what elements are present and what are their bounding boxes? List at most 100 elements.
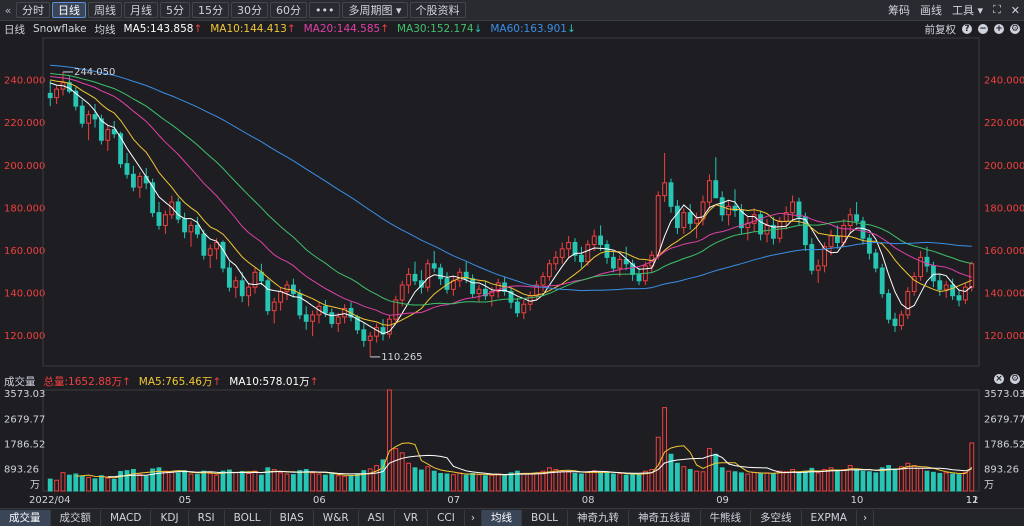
volume-bar — [124, 470, 130, 492]
volume-bar — [822, 469, 828, 492]
indicator-tab[interactable]: ASI — [359, 509, 395, 526]
candle — [873, 248, 879, 273]
indicator-tab[interactable]: 成交额 — [51, 509, 101, 526]
volume-bar — [636, 474, 642, 492]
volume-bar — [591, 470, 597, 492]
candle-body — [367, 335, 373, 341]
indicator-tab[interactable]: 均线 — [482, 509, 523, 526]
candle — [687, 204, 693, 230]
candle — [802, 212, 808, 251]
candle — [758, 210, 764, 241]
candle-body — [892, 318, 898, 327]
candle — [726, 199, 732, 226]
candle-body — [674, 205, 680, 229]
volume-bar — [207, 472, 213, 492]
candle-body — [412, 273, 418, 282]
indicator-tab[interactable]: W&R — [314, 509, 359, 526]
candle — [476, 285, 482, 303]
candle — [482, 280, 488, 300]
price-tick-left: 160.000 — [4, 246, 45, 257]
volume-bar — [738, 472, 744, 492]
volume-bar — [623, 474, 629, 492]
candle — [399, 280, 405, 307]
candle-body — [905, 290, 911, 316]
candle — [418, 270, 424, 294]
candle — [86, 110, 92, 141]
candle — [668, 178, 674, 213]
volume-bar — [521, 472, 527, 492]
price-tick-left: 220.000 — [4, 118, 45, 129]
volume-unit-right: 万 — [984, 480, 994, 491]
volume-bar — [214, 474, 220, 492]
volume-bar — [79, 475, 85, 492]
candle-body — [105, 129, 111, 141]
candle-body — [879, 267, 885, 295]
date-axis: 2022/04 05 06 07 08 09 10 1112 — [29, 495, 979, 506]
volume-bar — [476, 474, 482, 492]
volume-tick-right: 2679.77 — [984, 414, 1024, 425]
volume-bar — [118, 470, 124, 492]
indicator-tab[interactable]: BIAS — [271, 509, 314, 526]
candle-body — [47, 92, 53, 99]
chart-canvas: 240.000 220.000 200.000 180.000 160.000 140.0… — [4, 37, 1024, 506]
indicator-tab[interactable]: VR — [395, 509, 429, 526]
volume-tick-left: 893.26 — [4, 465, 39, 476]
chevron-right-icon[interactable]: › — [465, 509, 483, 526]
candle-body — [118, 133, 124, 165]
candle — [572, 238, 578, 262]
indicator-tab[interactable]: RSI — [189, 509, 225, 526]
indicator-tab[interactable]: BOLL — [225, 509, 271, 526]
candle — [105, 125, 111, 151]
volume-bar — [105, 477, 111, 492]
candle-body — [828, 235, 834, 248]
candle — [124, 153, 130, 179]
indicator-tab[interactable]: 牛熊线 — [701, 509, 752, 526]
candle — [598, 225, 604, 251]
volume-bar — [438, 472, 444, 492]
volume-bar — [284, 473, 290, 492]
volume-bar — [239, 470, 245, 492]
price-axis-left: 240.000 220.000 200.000 180.000 160.000 140.0… — [4, 76, 45, 343]
candle-body — [930, 265, 936, 282]
candle-body — [92, 114, 98, 120]
candle — [412, 261, 418, 286]
candle-body — [162, 214, 168, 226]
volume-bar — [233, 471, 239, 492]
candle — [374, 323, 380, 343]
volume-bars — [47, 389, 975, 492]
candle — [444, 272, 450, 294]
candle — [636, 268, 642, 286]
indicator-tab[interactable]: 多空线 — [751, 509, 802, 526]
indicator-tab[interactable]: MACD — [101, 509, 152, 526]
candle — [162, 210, 168, 234]
volume-bar — [610, 473, 616, 492]
chevron-right-icon[interactable]: › — [857, 509, 875, 526]
candle — [386, 314, 392, 339]
volume-bar — [463, 474, 469, 492]
candle — [546, 259, 552, 281]
indicator-tab[interactable]: KDJ — [151, 509, 189, 526]
volume-bar — [598, 471, 604, 492]
volume-bar — [348, 475, 354, 492]
candle — [617, 255, 623, 277]
indicator-tab[interactable]: CCI — [428, 509, 465, 526]
candle-body — [406, 273, 412, 286]
volume-bar — [92, 478, 98, 492]
volume-bar — [425, 466, 431, 492]
volume-bar — [918, 467, 924, 492]
candle — [681, 208, 687, 234]
indicator-tab[interactable]: 神奇九转 — [568, 509, 630, 526]
volume-bar — [796, 472, 802, 492]
volume-bar — [162, 470, 168, 492]
candle-body — [962, 286, 968, 301]
indicator-tab[interactable]: 神奇五线谱 — [629, 509, 701, 526]
volume-bar — [719, 467, 725, 492]
indicator-tab[interactable]: EXPMA — [802, 509, 857, 526]
date-tick: 12 — [966, 495, 979, 506]
volume-bar — [758, 472, 764, 492]
candle — [303, 306, 309, 330]
indicator-tab[interactable]: BOLL — [522, 509, 569, 526]
volume-bar — [482, 475, 488, 492]
candle — [226, 261, 232, 292]
indicator-tab[interactable]: 成交量 — [0, 509, 51, 526]
